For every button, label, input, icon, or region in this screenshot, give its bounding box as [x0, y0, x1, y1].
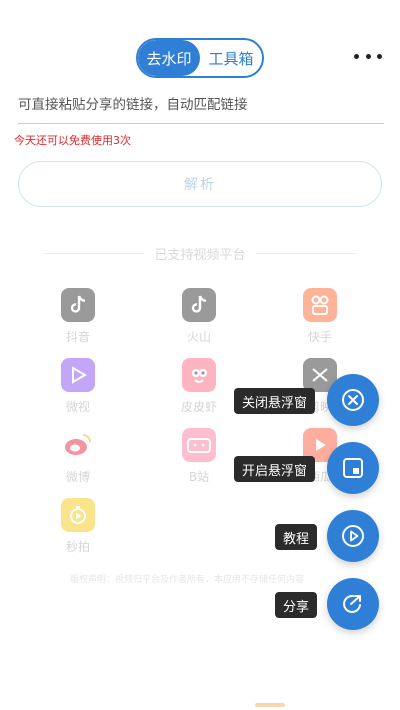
weishi-icon: [61, 358, 95, 392]
float-window-icon: [343, 458, 363, 478]
platforms-section-title: 已支持视频平台: [0, 244, 400, 263]
platform-label: 抖音: [65, 330, 90, 344]
platform-douyin[interactable]: 抖音: [42, 288, 114, 345]
platform-label: 火山: [186, 330, 211, 344]
open-float-button[interactable]: [327, 442, 379, 494]
platform-bilibili[interactable]: B站: [163, 428, 235, 485]
miaopai-icon: [61, 498, 95, 532]
bottom-decoration: [255, 703, 285, 707]
mode-switch: 去水印 工具箱: [136, 38, 264, 78]
divider-right: [255, 253, 356, 254]
platform-label: 皮皮虾: [180, 400, 217, 414]
share-label[interactable]: 分享: [275, 592, 318, 618]
share-button[interactable]: [327, 578, 379, 630]
weibo-icon: [61, 428, 95, 462]
play-circle-icon: [342, 525, 364, 547]
bilibili-icon: [182, 428, 216, 462]
close-float-button[interactable]: [327, 374, 379, 426]
platform-label: B站: [188, 470, 210, 484]
open-float-label[interactable]: 开启悬浮窗: [234, 456, 316, 482]
close-circle-icon: [342, 389, 364, 411]
link-input[interactable]: [18, 90, 384, 120]
app-page: 去水印 工具箱 今天还可以免费使用3次 解析 已支持视频平台 抖音 火山 快手: [0, 0, 400, 710]
free-usage-tip: 今天还可以免费使用3次: [14, 134, 131, 147]
platform-weibo[interactable]: 微博: [42, 428, 114, 485]
platform-weishi[interactable]: 微视: [42, 358, 114, 415]
link-input-wrap: [18, 90, 384, 124]
close-float-label[interactable]: 关闭悬浮窗: [234, 388, 316, 414]
platform-label: 微博: [65, 470, 90, 484]
platform-label: 快手: [307, 330, 332, 344]
tutorial-button[interactable]: [327, 510, 379, 562]
douyin-icon: [61, 288, 95, 322]
pipixia-icon: [182, 358, 216, 392]
platform-label: 秒拍: [65, 540, 90, 554]
more-dots-icon[interactable]: [354, 46, 382, 66]
copyright-disclaimer: 版权声明：视频归平台及作者所有，本应用不存储任何内容: [70, 575, 305, 585]
divider-left: [44, 253, 145, 254]
platform-miaopai[interactable]: 秒拍: [42, 498, 114, 555]
tab-toolbox[interactable]: 工具箱: [200, 40, 262, 76]
tutorial-label[interactable]: 教程: [275, 524, 318, 550]
platform-huoshan[interactable]: 火山: [163, 288, 235, 345]
platform-pipixia[interactable]: 皮皮虾: [163, 358, 235, 415]
platforms-title-text: 已支持视频平台: [154, 248, 246, 263]
platform-kuaishou[interactable]: 快手: [284, 288, 356, 345]
huoshan-icon: [182, 288, 216, 322]
kuaishou-icon: [303, 288, 337, 322]
parse-button[interactable]: 解析: [18, 161, 382, 207]
share-icon: [343, 594, 361, 613]
tab-remove-watermark[interactable]: 去水印: [138, 40, 200, 76]
platform-label: 微视: [65, 400, 90, 414]
